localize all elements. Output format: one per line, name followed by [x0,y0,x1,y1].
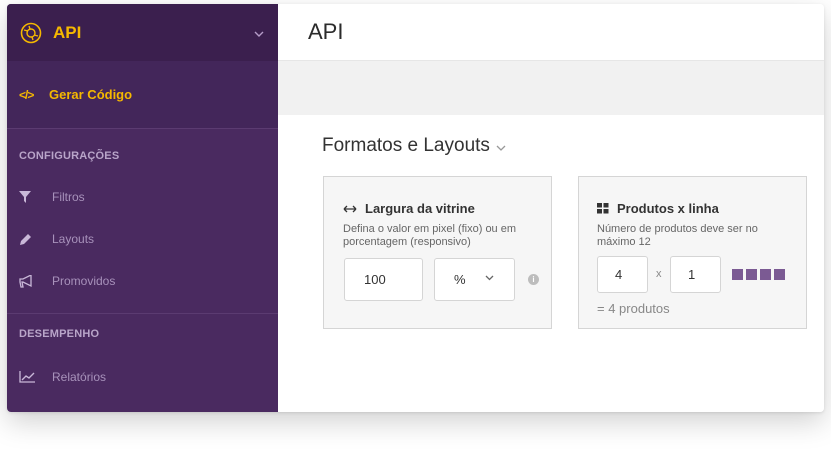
sidebar-item-label: Promovidos [52,274,116,288]
unit-select-value: % [454,272,466,287]
sidebar-item-gerar-codigo[interactable]: </> Gerar Código [7,61,278,129]
api-logo-icon [19,21,43,45]
main-header: API [278,4,824,61]
pencil-icon [19,233,41,246]
sidebar: API </> Gerar Código CONFIGURAÇÕES Filtr… [7,4,278,412]
sidebar-item-label: Filtros [52,190,85,204]
section-header-formatos[interactable]: Formatos e Layouts [322,135,506,157]
card-title: Largura da vitrine [343,201,475,216]
arrows-horizontal-icon [343,205,357,213]
card-title-text: Largura da vitrine [365,201,475,216]
grid-icon [597,203,609,214]
product-square [774,269,785,280]
sidebar-item-label: Relatórios [52,370,107,384]
card-largura-vitrine: Largura da vitrine Defina o valor em pix… [323,176,552,329]
app-window: API </> Gerar Código CONFIGURAÇÕES Filtr… [7,4,824,412]
card-title: Produtos x linha [597,201,719,216]
main-panel: API Formatos e Layouts Largura da vitrin… [278,4,824,412]
sidebar-title: API [53,22,82,42]
products-total: = 4 produtos [597,301,670,316]
times-symbol: x [656,268,662,280]
columns-input[interactable]: 4 [597,256,648,293]
section-title: Formatos e Layouts [322,135,490,156]
section-configuracoes: CONFIGURAÇÕES [19,150,120,162]
card-title-text: Produtos x linha [617,201,719,216]
product-square [732,269,743,280]
sidebar-item-label: Gerar Código [49,87,133,102]
sidebar-item-promovidos[interactable]: Promovidos [7,260,278,302]
info-icon[interactable]: i [528,274,539,285]
product-square [760,269,771,280]
products-preview [732,269,788,280]
line-chart-icon [19,371,41,383]
section-desempenho: DESEMPENHO [19,328,100,340]
product-square [746,269,757,280]
chevron-down-icon[interactable] [254,26,264,40]
toolbar-band [278,61,824,115]
megaphone-icon [19,274,41,288]
card-description: Número de produtos deve ser no máximo 12 [597,223,758,248]
card-description: Defina o valor em pixel (fixo) ou em por… [343,223,517,248]
code-icon: </> [19,87,34,102]
filter-icon [19,191,41,203]
chevron-down-icon [496,142,506,154]
sidebar-item-layouts[interactable]: Layouts [7,218,278,260]
unit-select[interactable]: % [434,258,515,301]
page-title: API [308,19,344,44]
sidebar-header[interactable]: API [7,4,278,61]
width-value-input[interactable]: 100 [344,258,423,301]
sidebar-item-label: Layouts [52,232,95,246]
rows-input[interactable]: 1 [670,256,721,293]
card-produtos-linha: Produtos x linha Número de produtos deve… [578,176,807,329]
sidebar-item-filtros[interactable]: Filtros [7,176,278,218]
sidebar-item-relatorios[interactable]: Relatórios [7,356,278,398]
chevron-down-icon [485,273,494,284]
